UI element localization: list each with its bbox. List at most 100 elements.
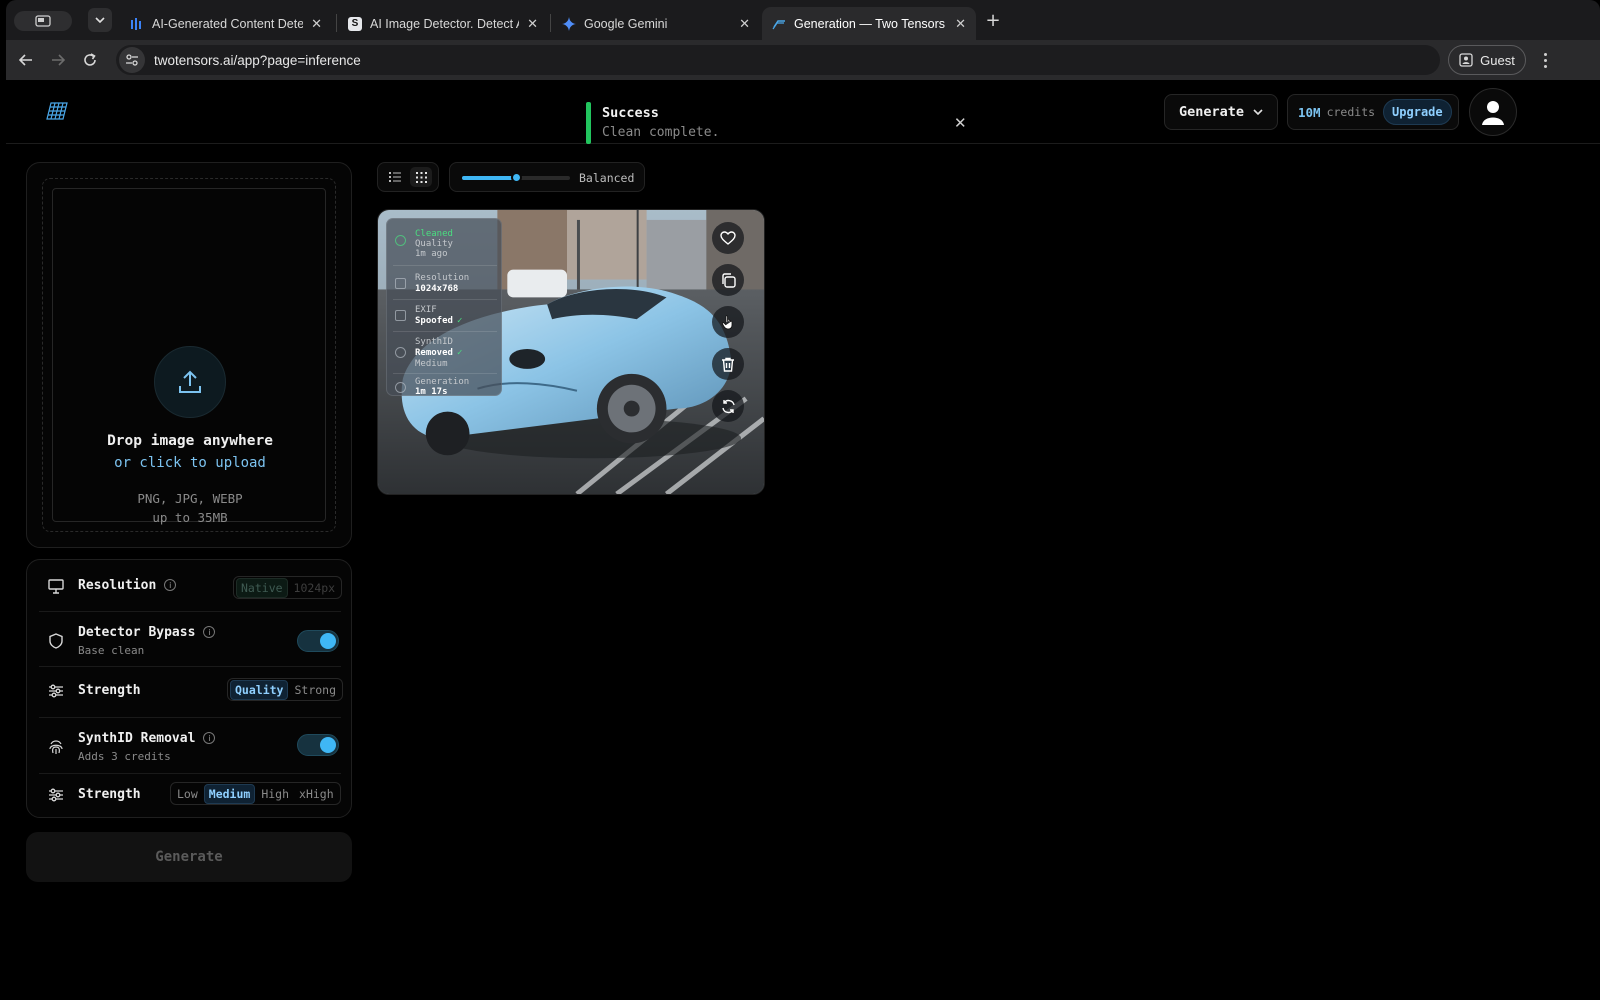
upgrade-button[interactable]: Upgrade: [1383, 99, 1452, 125]
strength-option-high[interactable]: High: [257, 785, 293, 803]
regenerate-button[interactable]: [712, 390, 744, 422]
detector-bypass-toggle[interactable]: [297, 630, 339, 652]
reload-button[interactable]: [78, 48, 102, 72]
synthid-strength-selector[interactable]: Low Medium High xHigh: [170, 782, 341, 805]
tab-strip: AI-Generated Content Detect ✕ S AI Image…: [6, 0, 1600, 40]
zoom-slider-thumb[interactable]: [511, 172, 522, 183]
tensors-icon: [772, 17, 786, 31]
credits-badge: 10M credits Upgrade: [1287, 94, 1459, 130]
favorite-button[interactable]: [712, 222, 744, 254]
toast-title: Success: [602, 105, 659, 121]
close-icon[interactable]: ✕: [954, 114, 967, 132]
zoom-slider[interactable]: [462, 172, 570, 183]
close-tab-icon[interactable]: ✕: [739, 16, 750, 32]
address-bar[interactable]: twotensors.ai/app?page=inference: [116, 45, 1440, 75]
browser-menu-button[interactable]: [1538, 49, 1552, 71]
info-icon[interactable]: i: [203, 626, 216, 638]
close-tab-icon[interactable]: ✕: [955, 16, 966, 32]
copy-button[interactable]: [712, 264, 744, 296]
detector-bypass-label-text: Detector Bypass: [78, 625, 196, 640]
arrow-left-icon: [19, 54, 32, 66]
upload-dropzone[interactable]: Drop image anywhere or click to upload P…: [26, 162, 352, 548]
resolution-label-text: Resolution: [78, 578, 157, 593]
profile-label: Guest: [1480, 52, 1515, 68]
zoom-label: Balanced: [579, 171, 635, 185]
strength-option-quality[interactable]: Quality: [230, 679, 289, 700]
strength-option-strong[interactable]: Strong: [290, 681, 340, 699]
forward-button[interactable]: [46, 48, 70, 72]
reload-icon: [84, 53, 96, 66]
accepted-formats: PNG, JPG, WEBP: [137, 491, 243, 506]
info-icon[interactable]: i: [203, 732, 216, 744]
fingerprint-icon: [47, 738, 65, 756]
bars-icon: [130, 17, 144, 31]
generate-menu-button[interactable]: Generate: [1164, 94, 1278, 130]
resolution-row: Resolution i Native 1024px: [27, 576, 351, 599]
new-tab-button[interactable]: +: [982, 9, 1004, 31]
copy-icon: [721, 272, 736, 288]
close-tab-icon[interactable]: ✕: [311, 16, 322, 32]
logo-icon[interactable]: [46, 100, 68, 122]
synthid-key: SynthID: [415, 337, 453, 347]
resolution-option-native[interactable]: Native: [236, 577, 288, 598]
list-view-button[interactable]: [384, 167, 406, 187]
divider: [39, 611, 341, 612]
dropzone-title: Drop image anywhere: [107, 433, 273, 449]
delete-button[interactable]: [712, 348, 744, 380]
click-to-upload-link[interactable]: or click to upload: [47, 455, 333, 471]
chevron-down-icon: [1253, 109, 1263, 115]
divider: [393, 265, 497, 266]
synthid-strength-row: Strength Low Medium High xHigh: [27, 782, 351, 808]
profile-button[interactable]: Guest: [1448, 45, 1526, 75]
upload-icon: [154, 346, 226, 418]
monitor-icon: [47, 577, 65, 595]
url-text[interactable]: twotensors.ai/app?page=inference: [154, 53, 361, 68]
tab-search-button[interactable]: [14, 11, 72, 31]
tab-separator: [550, 14, 551, 32]
s-icon: S: [348, 16, 362, 31]
strength-option-xhigh[interactable]: xHigh: [295, 785, 338, 803]
monitor-icon: [395, 278, 406, 289]
back-button[interactable]: [14, 48, 38, 72]
refresh-icon: [721, 399, 735, 413]
sliders-icon: [47, 786, 65, 804]
tab-separator: [336, 14, 337, 32]
tab-ai-image-detector[interactable]: S AI Image Detector. Detect AI- ✕: [338, 7, 548, 40]
toggle-knob: [320, 633, 336, 649]
zoom-control: Balanced: [449, 162, 645, 192]
close-tab-icon[interactable]: ✕: [527, 16, 538, 32]
strength-option-low[interactable]: Low: [173, 785, 202, 803]
tab-google-gemini[interactable]: Google Gemini ✕: [552, 7, 760, 40]
exif-key: EXIF: [415, 305, 437, 315]
resolution-item: Resolution 1024x768: [387, 271, 501, 295]
generation-item: Generation 1m 17s: [387, 375, 501, 399]
synthid-value-text: Removed: [415, 348, 453, 358]
grid-view-button[interactable]: [410, 167, 432, 187]
strength-option-medium[interactable]: Medium: [203, 783, 256, 804]
site-info-icon[interactable]: [119, 47, 145, 73]
synthid-subtext: Adds 3 credits: [78, 750, 171, 763]
synthid-label: SynthID Removal i: [78, 731, 216, 746]
info-icon[interactable]: i: [164, 579, 177, 591]
divider: [39, 773, 341, 774]
strength-selector[interactable]: Quality Strong: [227, 678, 344, 701]
strength-row: Strength Quality Strong: [27, 678, 351, 704]
generate-button[interactable]: Generate: [26, 832, 352, 882]
grid-icon: [415, 171, 427, 183]
tab-title: AI Image Detector. Detect AI-: [370, 16, 520, 31]
resolution-selector[interactable]: Native 1024px: [233, 576, 343, 599]
result-card[interactable]: Cleaned Quality 1m ago Resolution 1024x7…: [377, 209, 765, 495]
tab-list-button[interactable]: [88, 8, 112, 32]
avatar[interactable]: [1469, 88, 1517, 136]
synthid-strength-label: Strength: [78, 787, 141, 802]
check-icon: ✓: [456, 316, 463, 326]
download-button[interactable]: [712, 306, 744, 338]
tab-ai-content-detect[interactable]: AI-Generated Content Detect ✕: [120, 7, 332, 40]
tab-generation-two-tensors[interactable]: Generation — Two Tensors ✕: [762, 7, 976, 40]
tab-title: Google Gemini: [584, 16, 668, 31]
max-file-size: up to 35MB: [152, 510, 228, 525]
resolution-option-1024[interactable]: 1024px: [290, 579, 340, 597]
divider: [393, 373, 497, 374]
synthid-toggle[interactable]: [297, 734, 339, 756]
chevron-down-icon: [95, 17, 105, 23]
